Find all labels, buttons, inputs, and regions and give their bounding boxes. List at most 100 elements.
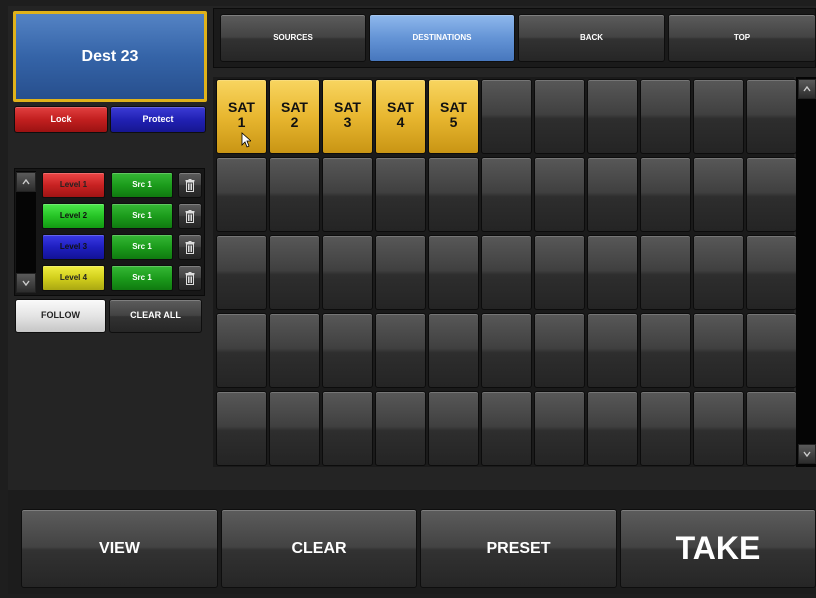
destination-display[interactable]: Dest 23 bbox=[13, 11, 207, 102]
empty-grid-button[interactable] bbox=[534, 157, 585, 232]
empty-grid-button[interactable] bbox=[269, 235, 320, 310]
empty-grid-button[interactable] bbox=[481, 79, 532, 154]
source-label: Src 1 bbox=[132, 272, 152, 282]
empty-grid-button[interactable] bbox=[640, 235, 691, 310]
empty-grid-button[interactable] bbox=[587, 235, 638, 310]
empty-grid-button[interactable] bbox=[693, 79, 744, 154]
empty-grid-button[interactable] bbox=[269, 313, 320, 388]
empty-grid-button[interactable] bbox=[428, 391, 479, 466]
level-3-button[interactable]: Level 3 bbox=[42, 234, 105, 260]
level-3-source-button[interactable]: Src 1 bbox=[111, 234, 173, 260]
level-label: Level 1 bbox=[59, 179, 88, 189]
empty-grid-button[interactable] bbox=[693, 313, 744, 388]
empty-grid-button[interactable] bbox=[269, 391, 320, 466]
grid-scroll-up-icon[interactable] bbox=[798, 79, 816, 99]
follow-label: FOLLOW bbox=[41, 310, 80, 321]
mouse-pointer-icon bbox=[241, 132, 251, 148]
destination-button-number: 1 bbox=[237, 113, 246, 130]
destination-button-label: SAT bbox=[228, 99, 255, 115]
empty-grid-button[interactable] bbox=[746, 79, 797, 154]
empty-grid-button[interactable] bbox=[481, 391, 532, 466]
destination-button-label: SAT bbox=[440, 99, 467, 115]
empty-grid-button[interactable] bbox=[693, 235, 744, 310]
follow-button[interactable]: FOLLOW bbox=[15, 299, 106, 333]
empty-grid-button[interactable] bbox=[587, 313, 638, 388]
empty-grid-button[interactable] bbox=[481, 313, 532, 388]
empty-grid-button[interactable] bbox=[216, 235, 267, 310]
view-button[interactable]: VIEW bbox=[21, 509, 218, 588]
empty-grid-button[interactable] bbox=[428, 235, 479, 310]
empty-grid-button[interactable] bbox=[640, 157, 691, 232]
level-3-clear-button[interactable] bbox=[178, 234, 202, 260]
empty-grid-button[interactable] bbox=[693, 391, 744, 466]
destination-button[interactable]: SAT 3 bbox=[322, 79, 373, 154]
empty-grid-button[interactable] bbox=[428, 313, 479, 388]
empty-grid-button[interactable] bbox=[746, 313, 797, 388]
empty-grid-button[interactable] bbox=[746, 391, 797, 466]
empty-grid-button[interactable] bbox=[216, 391, 267, 466]
trash-icon bbox=[185, 271, 195, 285]
destination-button[interactable]: SAT 5 bbox=[428, 79, 479, 154]
empty-grid-button[interactable] bbox=[640, 313, 691, 388]
empty-grid-button[interactable] bbox=[375, 391, 426, 466]
level-4-source-button[interactable]: Src 1 bbox=[111, 265, 173, 291]
level-scroll-up-icon[interactable] bbox=[16, 172, 36, 192]
empty-grid-button[interactable] bbox=[746, 235, 797, 310]
take-button[interactable]: TAKE bbox=[620, 509, 816, 588]
empty-grid-button[interactable] bbox=[587, 79, 638, 154]
level-2-clear-button[interactable] bbox=[178, 203, 202, 229]
top-button[interactable]: TOP bbox=[668, 14, 816, 62]
empty-grid-button[interactable] bbox=[534, 313, 585, 388]
grid-scroll-down-icon[interactable] bbox=[798, 444, 816, 464]
empty-grid-button[interactable] bbox=[481, 235, 532, 310]
protect-button[interactable]: Protect bbox=[110, 106, 206, 133]
empty-grid-button[interactable] bbox=[322, 391, 373, 466]
empty-grid-button[interactable] bbox=[587, 391, 638, 466]
level-1-clear-button[interactable] bbox=[178, 172, 202, 198]
empty-grid-button[interactable] bbox=[587, 157, 638, 232]
level-scroll-down-icon[interactable] bbox=[16, 273, 36, 293]
level-2-button[interactable]: Level 2 bbox=[42, 203, 105, 229]
empty-grid-button[interactable] bbox=[481, 157, 532, 232]
preset-button[interactable]: PRESET bbox=[420, 509, 617, 588]
empty-grid-button[interactable] bbox=[322, 157, 373, 232]
grid-scrollbar[interactable] bbox=[796, 77, 816, 467]
destination-button-number: 5 bbox=[449, 113, 458, 130]
lock-button[interactable]: Lock bbox=[14, 106, 108, 133]
clear-button[interactable]: CLEAR bbox=[221, 509, 417, 588]
level-4-clear-button[interactable] bbox=[178, 265, 202, 291]
empty-grid-button[interactable] bbox=[534, 391, 585, 466]
destination-button[interactable]: SAT 4 bbox=[375, 79, 426, 154]
tab-sources-label: SOURCES bbox=[273, 32, 313, 42]
destination-button[interactable]: SAT 2 bbox=[269, 79, 320, 154]
empty-grid-button[interactable] bbox=[640, 79, 691, 154]
tab-sources[interactable]: SOURCES bbox=[220, 14, 366, 62]
level-2-source-button[interactable]: Src 1 bbox=[111, 203, 173, 229]
empty-grid-button[interactable] bbox=[216, 157, 267, 232]
empty-grid-button[interactable] bbox=[746, 157, 797, 232]
empty-grid-button[interactable] bbox=[693, 157, 744, 232]
empty-grid-button[interactable] bbox=[375, 157, 426, 232]
tab-destinations[interactable]: DESTINATIONS bbox=[369, 14, 515, 62]
empty-grid-button[interactable] bbox=[322, 313, 373, 388]
empty-grid-button[interactable] bbox=[269, 157, 320, 232]
level-4-button[interactable]: Level 4 bbox=[42, 265, 105, 291]
clear-all-button[interactable]: CLEAR ALL bbox=[109, 299, 202, 333]
empty-grid-button[interactable] bbox=[428, 157, 479, 232]
empty-grid-button[interactable] bbox=[216, 313, 267, 388]
trash-icon bbox=[185, 178, 195, 192]
empty-grid-button[interactable] bbox=[640, 391, 691, 466]
empty-grid-button[interactable] bbox=[534, 79, 585, 154]
source-label: Src 1 bbox=[132, 241, 152, 251]
empty-grid-button[interactable] bbox=[375, 313, 426, 388]
back-button[interactable]: BACK bbox=[518, 14, 665, 62]
lock-label: Lock bbox=[50, 113, 72, 124]
protect-label: Protect bbox=[142, 113, 174, 124]
empty-grid-button[interactable] bbox=[534, 235, 585, 310]
empty-grid-button[interactable] bbox=[322, 235, 373, 310]
level-1-source-button[interactable]: Src 1 bbox=[111, 172, 173, 198]
empty-grid-button[interactable] bbox=[375, 235, 426, 310]
level-label: Level 2 bbox=[59, 210, 88, 220]
level-1-button[interactable]: Level 1 bbox=[42, 172, 105, 198]
trash-icon bbox=[185, 240, 195, 254]
